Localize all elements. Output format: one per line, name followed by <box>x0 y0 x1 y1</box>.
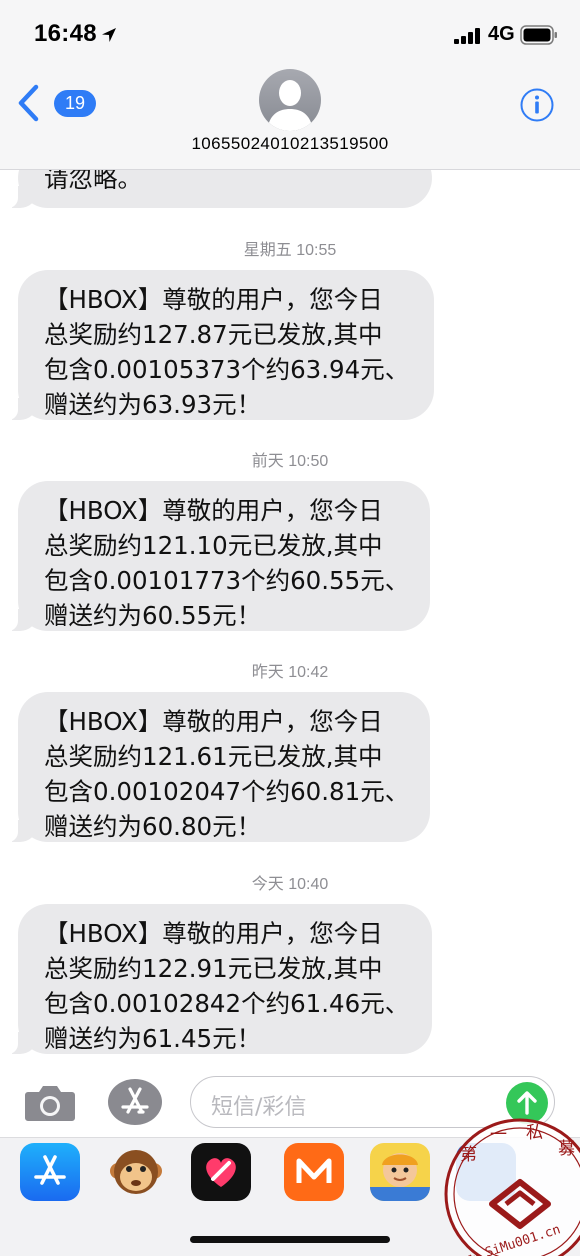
message-line: 【HBOX】尊敬的用户，您今日 <box>44 285 383 314</box>
message-line: 赠送约为60.55元！ <box>44 601 262 630</box>
message-line: 包含0.00102842个约61.46元、 <box>44 989 410 1018</box>
message-line: 总奖励约127.87元已发放,其中 <box>44 320 383 349</box>
contact-number[interactable]: 10655024010213519500 <box>0 134 580 154</box>
location-arrow-icon <box>102 28 116 42</box>
message-line: 总奖励约121.61元已发放,其中 <box>44 742 383 771</box>
message-line: 赠送约为60.80元！ <box>44 812 262 841</box>
cartoon-app-icon[interactable] <box>370 1143 430 1201</box>
message-line: 【HBOX】尊敬的用户，您今日 <box>44 496 383 525</box>
message-timestamp: 前天 10:50 <box>251 453 329 470</box>
watermark-seal: 第 一 私 募 www.SiMu001.cn <box>444 1118 580 1256</box>
message-line: 总奖励约122.91元已发放,其中 <box>44 954 383 983</box>
message-bubble[interactable]: 【HBOX】尊敬的用户，您今日 总奖励约122.91元已发放,其中 包含0.00… <box>4 904 432 1054</box>
home-indicator <box>190 1236 390 1243</box>
signal-strength-icon <box>454 28 482 44</box>
message-bubble[interactable]: 【HBOX】尊敬的用户，您今日 总奖励约121.61元已发放,其中 包含0.00… <box>4 692 430 842</box>
svg-text:募: 募 <box>558 1139 575 1159</box>
info-icon[interactable] <box>520 88 554 122</box>
svg-text:一: 一 <box>490 1125 507 1145</box>
message-line: 【HBOX】尊敬的用户，您今日 <box>44 707 383 736</box>
message-timestamp: 昨天 10:42 <box>251 664 329 681</box>
svg-text:第: 第 <box>460 1145 477 1165</box>
message-timestamp: 星期五 10:55 <box>243 242 337 259</box>
digital-touch-icon[interactable] <box>191 1143 251 1201</box>
chevron-left-icon <box>18 84 39 122</box>
contact-avatar[interactable] <box>259 69 321 131</box>
battery-icon <box>520 25 557 45</box>
app-store-button[interactable] <box>108 1079 162 1125</box>
message-placeholder: 短信/彩信 <box>211 1095 307 1120</box>
camera-icon[interactable] <box>24 1082 76 1122</box>
message-line: 赠送约为63.93元！ <box>44 390 262 419</box>
message-line: 总奖励约121.10元已发放,其中 <box>44 531 383 560</box>
unread-count-badge: 19 <box>54 90 96 117</box>
svg-text:私: 私 <box>526 1123 543 1143</box>
message-line: 【HBOX】尊敬的用户，您今日 <box>44 919 383 948</box>
network-type: 4G <box>488 23 515 45</box>
message-bubble[interactable]: 【HBOX】尊敬的用户，您今日 总奖励约127.87元已发放,其中 包含0.00… <box>4 270 434 420</box>
app-store-glyph-icon <box>121 1087 149 1114</box>
monkey-memoji-icon[interactable] <box>106 1143 166 1201</box>
message-line: 包含0.00102047个约60.81元、 <box>44 777 410 806</box>
status-time: 16:48 <box>34 20 97 47</box>
message-timestamp: 今天 10:40 <box>251 876 329 893</box>
navigation-header: 16:48 4G 19 10655024010213519500 <box>0 0 580 170</box>
app-store-icon[interactable] <box>20 1143 80 1201</box>
message-bubble[interactable]: 【HBOX】尊敬的用户，您今日 总奖励约121.10元已发放,其中 包含0.00… <box>4 481 430 631</box>
back-button[interactable]: 19 <box>16 84 96 124</box>
message-line: 赠送约为61.45元！ <box>44 1024 262 1053</box>
message-line: 包含0.00105373个约63.94元、 <box>44 355 410 384</box>
person-silhouette-icon <box>267 80 313 131</box>
message-line: 包含0.00101773个约60.55元、 <box>44 566 410 595</box>
mango-tv-icon[interactable] <box>284 1143 344 1201</box>
